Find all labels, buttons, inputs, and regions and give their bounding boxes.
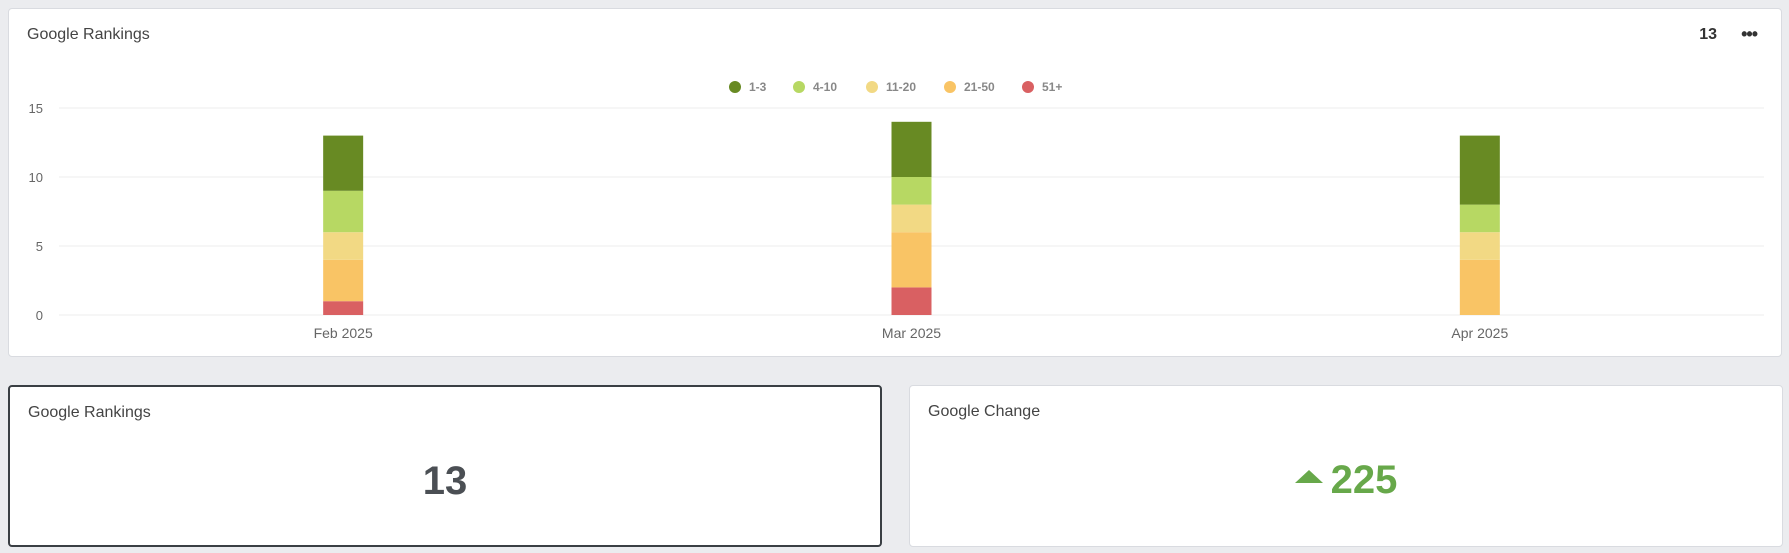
rankings-bar-chart: 0 5 10 15 1-3 4-10 11-20 21-50 51+ Feb 2025 Mar 20… [29,80,1764,341]
legend-marker [1022,81,1034,93]
bar-segment [1459,259,1500,315]
bar-segment [323,135,364,191]
bar-segment [1459,135,1500,205]
rankings-summary-value: 13 [422,459,468,503]
bar-segment [323,190,364,233]
bar-segment [1459,204,1500,233]
legend-marker [729,81,741,93]
bar-segment [891,232,932,288]
bar-segment [1459,232,1500,260]
legend-label: 51+ [1042,80,1062,94]
rankings-chart-card: Google Rankings 13 ••• 0 5 10 15 1-3 4-10 11-2… [8,8,1782,357]
legend-marker [866,81,878,93]
x-tick-label: Apr 2025 [1451,325,1508,341]
x-tick-label: Mar 2025 [882,325,941,341]
legend-marker [944,81,956,93]
change-summary-title: Google Change [928,403,1041,420]
change-summary-display: 225 [910,458,1782,503]
y-tick-label: 5 [36,239,43,254]
bar-segment [891,177,932,205]
legend-label: 1-3 [749,80,767,94]
legend-label: 11-20 [886,80,916,94]
y-tick-label: 15 [29,101,43,116]
x-tick-label: Feb 2025 [314,325,373,341]
bar-segment [323,259,364,302]
y-tick-label: 0 [36,308,43,323]
change-summary-value: 225 [1330,458,1398,502]
bar-segment [891,121,932,177]
bar-segment [323,301,364,315]
bar-segment [323,232,364,260]
legend-label: 4-10 [813,80,837,94]
bar-segment [891,287,932,315]
rankings-summary-title: Google Rankings [28,404,151,421]
bar-segment [891,204,932,233]
rankings-summary-card[interactable]: Google Rankings 13 [8,385,882,547]
legend-marker [793,81,805,93]
legend-label: 21-50 [964,80,995,94]
arrow-up-icon [1294,470,1323,483]
change-summary-card[interactable]: Google Change 225 [909,385,1783,547]
y-tick-label: 10 [29,170,43,185]
